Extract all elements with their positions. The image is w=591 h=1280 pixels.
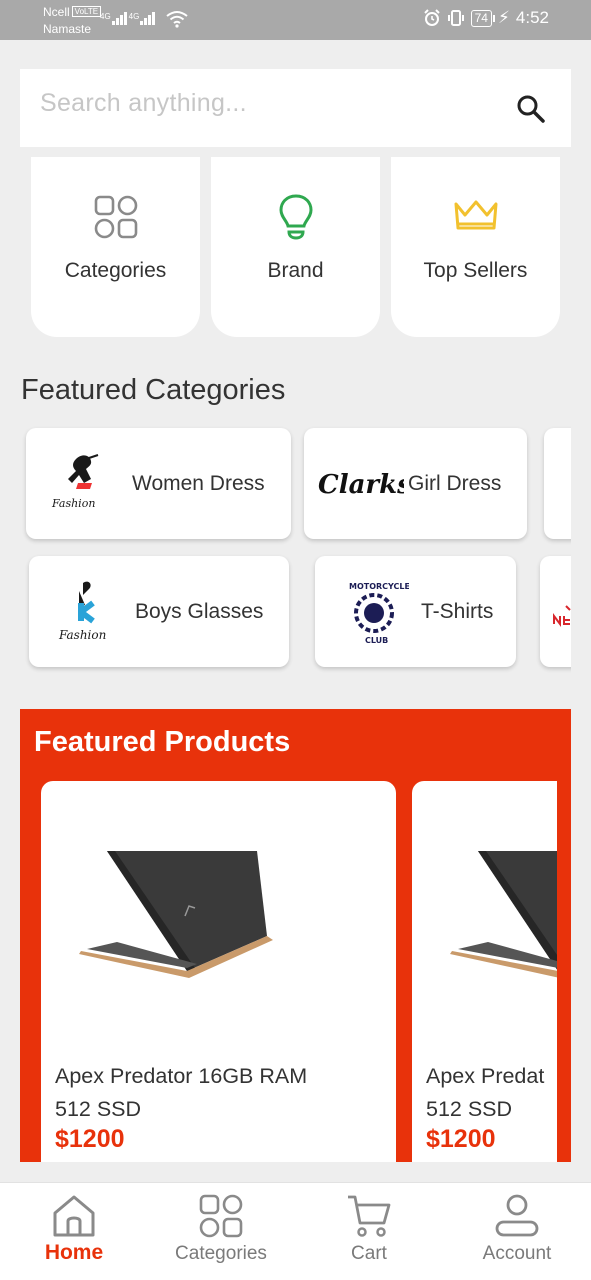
svg-text:Fashion: Fashion [58, 628, 106, 642]
category-partial[interactable] [540, 556, 571, 667]
category-label: T-Shirts [421, 599, 494, 623]
category-women-dress[interactable]: Fashion Women Dress [26, 428, 291, 539]
categories-tile[interactable]: Categories [31, 157, 200, 337]
product-image [79, 851, 273, 978]
category-girl-dress[interactable]: Clarks Girl Dress [304, 428, 527, 539]
signal-icons: 4G 4G [100, 12, 157, 30]
carrier-name: Ncell [43, 5, 70, 19]
nav-categories[interactable]: Categories [151, 1193, 291, 1265]
featured-products-section: Featured Products Apex Predator 16GB RAM… [20, 709, 571, 1162]
nav-home[interactable]: Home [4, 1193, 144, 1265]
fashion-k-logo: Fashion [58, 581, 106, 642]
top-sellers-tile[interactable]: Top Sellers [391, 157, 560, 337]
grid-icon [199, 1194, 243, 1238]
network-name: Namaste [43, 22, 92, 36]
nav-account[interactable]: Account [447, 1193, 587, 1265]
category-partial[interactable] [544, 428, 571, 539]
product-card[interactable]: Apex Predat 512 SSD $1200 [412, 781, 557, 1162]
volte-badge: VoLTE [71, 6, 102, 17]
grid-icon [94, 195, 137, 239]
status-right: 74 ⚡ 4:52 [423, 8, 549, 28]
featured-categories-title: Featured Categories [21, 374, 286, 406]
charging-icon: ⚡ [497, 8, 510, 27]
category-t-shirts[interactable]: MOTORCYCLE CLUB T-Shirts [315, 556, 516, 667]
product-name: Apex Predat 512 SSD [426, 1064, 545, 1121]
category-label: Boys Glasses [135, 599, 264, 623]
svg-text:Clarks: Clarks [318, 470, 404, 500]
nav-label: Cart [351, 1243, 387, 1264]
nav-label: Account [482, 1243, 552, 1264]
crown-icon [454, 200, 497, 230]
category-boys-glasses[interactable]: Fashion Boys Glasses [29, 556, 289, 667]
tile-label: Categories [64, 259, 167, 282]
status-bar: Ncell VoLTE Namaste 4G 4G 74 ⚡ 4:52 [0, 0, 591, 40]
product-card[interactable]: Apex Predator 16GB RAM 512 SSD $1200 [41, 781, 396, 1162]
clarks-logo: Clarks [318, 470, 404, 500]
search-icon[interactable] [515, 93, 547, 125]
home-icon [53, 1195, 95, 1237]
account-icon [495, 1194, 539, 1237]
search-bar[interactable]: Search anything... [20, 69, 571, 147]
battery-icon: 74 [470, 9, 496, 27]
bottom-navigation: Home Categories Cart Account [0, 1182, 591, 1280]
clock: 4:52 [515, 8, 549, 27]
nav-label: Categories [175, 1243, 267, 1264]
signal-icon [140, 12, 156, 26]
category-label: Girl Dress [408, 471, 502, 495]
brand-logo-partial [552, 604, 571, 627]
category-label: Women Dress [132, 471, 265, 495]
motorcycle-club-logo: MOTORCYCLE CLUB [349, 582, 409, 645]
svg-text:Fashion: Fashion [51, 497, 95, 510]
signal-label: 4G [128, 12, 140, 21]
nav-label: Home [44, 1241, 104, 1264]
carrier-info: Ncell VoLTE Namaste [43, 4, 102, 38]
cart-icon [348, 1195, 391, 1237]
bulb-icon [278, 194, 313, 240]
tile-label: Brand [267, 259, 324, 282]
alarm-icon [423, 9, 440, 26]
fashion-logo: Fashion [51, 453, 99, 510]
product-image [450, 851, 557, 978]
product-price: $1200 [426, 1125, 496, 1153]
search-input[interactable]: Search anything... [40, 89, 247, 118]
product-name: Apex Predator 16GB RAM 512 SSD [55, 1064, 308, 1121]
svg-text:CLUB: CLUB [365, 636, 388, 645]
vibrate-icon [447, 10, 464, 26]
wifi-icon [166, 11, 188, 28]
nav-cart[interactable]: Cart [299, 1193, 439, 1265]
signal-icon [111, 12, 128, 26]
tile-label: Top Sellers [423, 259, 528, 282]
brand-tile[interactable]: Brand [211, 157, 380, 337]
svg-text:MOTORCYCLE: MOTORCYCLE [349, 582, 409, 591]
featured-categories-list[interactable]: Fashion Women Dress Clarks Girl Dress Fa… [20, 420, 571, 680]
product-price: $1200 [55, 1125, 125, 1153]
featured-products-title: Featured Products [34, 726, 291, 758]
signal-label: 4G [100, 12, 111, 21]
product-card-partial-clip: Apex Predat 512 SSD $1200 [412, 781, 557, 1162]
